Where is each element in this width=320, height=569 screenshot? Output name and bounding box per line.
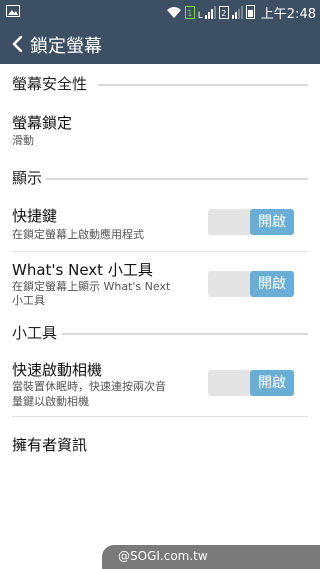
- shortcut-title: 快捷鍵: [12, 207, 58, 225]
- page-title: 鎖定螢幕: [30, 36, 102, 57]
- battery-icon: [245, 5, 255, 19]
- signal-icon: [204, 5, 216, 19]
- signal-icon-2: [231, 5, 243, 19]
- screen-lock-title: 螢幕鎖定: [12, 114, 73, 132]
- section-header-widgets: 小工具: [12, 324, 58, 342]
- image-icon: [6, 5, 20, 17]
- whats-next-title: What's Next 小工具: [12, 261, 153, 279]
- sim2-icon: 2: [218, 5, 229, 19]
- shortcut-toggle[interactable]: 開啟: [208, 209, 294, 235]
- quick-camera-subtitle-2: 量鍵以啟動相機: [12, 395, 89, 408]
- watermark-text: @SOGI.com.tw: [118, 549, 208, 563]
- status-bar: 1 L 2 上午2:48: [0, 0, 320, 24]
- row-divider: [12, 416, 308, 417]
- whats-next-toggle[interactable]: 開啟: [208, 271, 294, 297]
- toggle-on-label: 開啟: [250, 370, 294, 396]
- quick-camera-title: 快速啟動相機: [12, 361, 103, 379]
- section-divider: [98, 84, 308, 86]
- whats-next-subtitle-1: 在鎖定螢幕上顯示 What's Next: [12, 280, 171, 293]
- sim1-icon: 1: [184, 5, 195, 19]
- wifi-icon: [166, 6, 181, 18]
- status-icons: 1 L 2 上午2:48: [166, 3, 316, 22]
- section-header-security: 螢幕安全性: [12, 75, 88, 93]
- section-divider: [46, 178, 308, 180]
- toggle-on-label: 開啟: [250, 209, 294, 235]
- quick-camera-toggle[interactable]: 開啟: [208, 370, 294, 396]
- app-bar: 鎖定螢幕: [0, 24, 320, 64]
- screen-lock-value: 滑動: [12, 134, 34, 147]
- owner-info-title: 擁有者資訊: [12, 436, 88, 454]
- shortcut-subtitle: 在鎖定螢幕上啟動應用程式: [12, 228, 144, 241]
- status-time: 上午2:48: [260, 6, 316, 22]
- chevron-left-icon[interactable]: [10, 35, 24, 53]
- watermark: @SOGI.com.tw: [102, 545, 320, 569]
- toggle-on-label: 開啟: [250, 271, 294, 297]
- quick-camera-subtitle-1: 當裝置休眠時，快速連按兩次音: [12, 380, 166, 393]
- whats-next-subtitle-2: 小工具: [12, 294, 45, 307]
- row-divider: [12, 251, 308, 252]
- section-header-display: 顯示: [12, 169, 43, 187]
- section-divider: [62, 333, 308, 335]
- network-type-label: L: [197, 11, 203, 21]
